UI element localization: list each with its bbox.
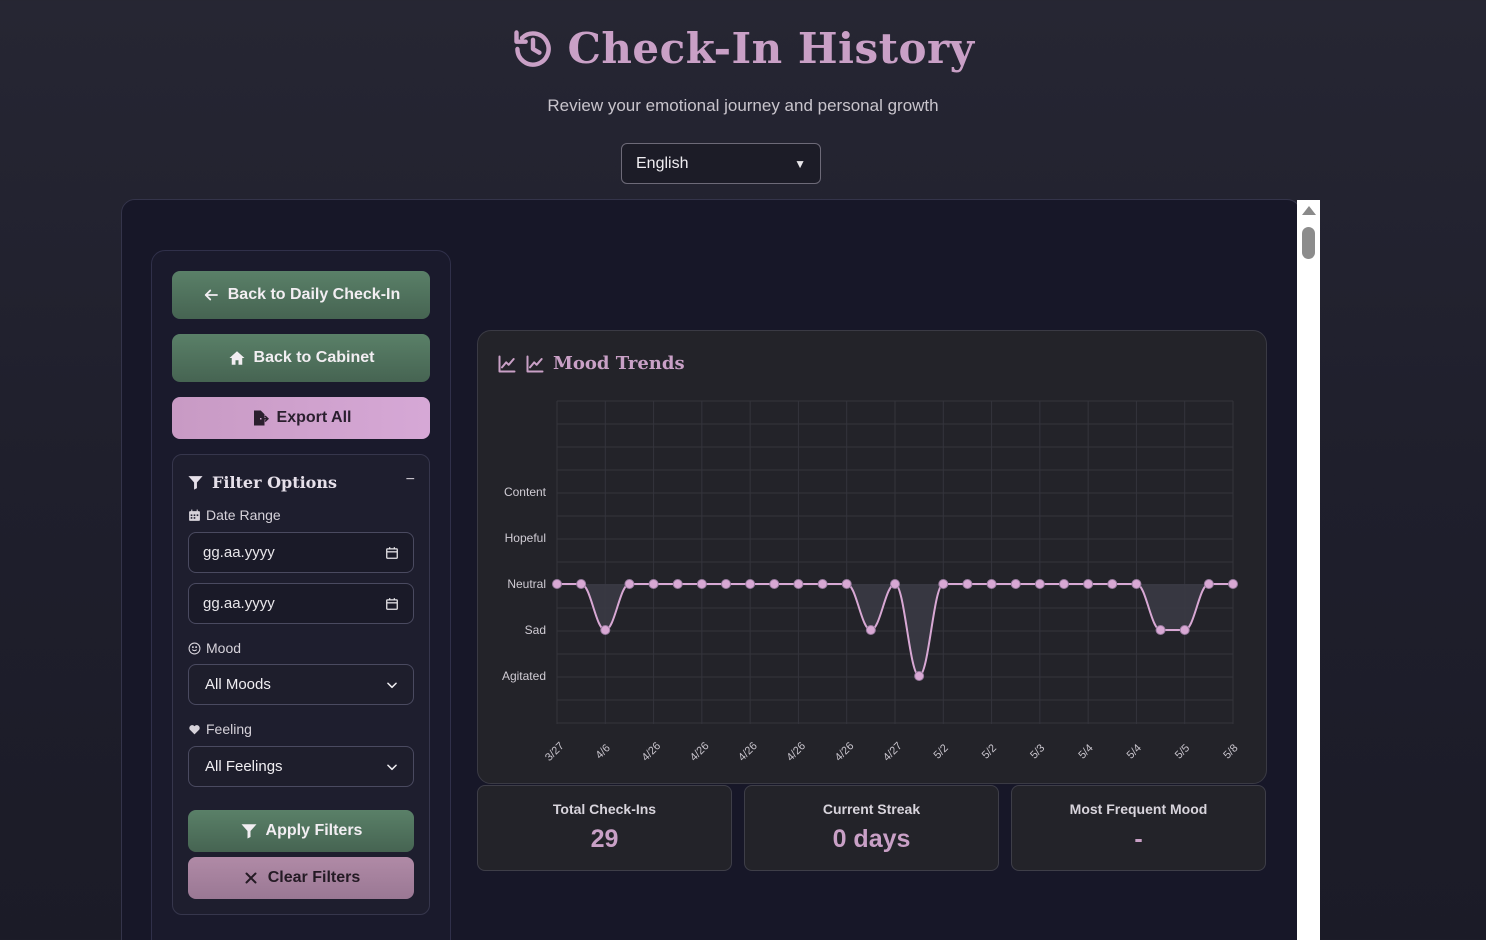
data-point — [914, 671, 925, 681]
data-point — [721, 579, 731, 589]
dropdown-arrow-icon: ▼ — [794, 156, 806, 171]
stat-current-streak: Current Streak 0 days — [744, 785, 999, 871]
mood-label: Mood — [188, 640, 241, 656]
language-select[interactable]: English ▼ — [621, 143, 821, 184]
calendar-picker-icon[interactable] — [385, 546, 399, 560]
arrow-left-icon — [204, 289, 218, 301]
date-range-label: Date Range — [188, 507, 281, 523]
x-tick-label: 5/2 — [980, 742, 999, 761]
scrollbar-thumb[interactable] — [1302, 227, 1315, 259]
calendar-picker-icon[interactable] — [385, 597, 399, 611]
data-point — [624, 579, 635, 589]
feeling-select[interactable]: All Feelings — [188, 746, 414, 787]
data-point — [1155, 625, 1166, 635]
data-point — [552, 579, 562, 589]
data-point — [745, 579, 756, 589]
history-icon — [514, 29, 552, 67]
data-point — [890, 579, 900, 589]
clear-filters-button[interactable]: Clear Filters — [188, 857, 414, 899]
x-tick-label: 5/2 — [932, 742, 951, 761]
page-header: Check-In History Review your emotional j… — [0, 24, 1486, 116]
y-tick-label: Content — [504, 485, 547, 499]
x-tick-label: 4/26 — [784, 740, 808, 764]
data-point — [938, 579, 949, 589]
x-tick-label: 3/27 — [543, 740, 567, 764]
mood-trends-chart: Agitated Sad Neutral Hopeful Content 3/27 4/6 4… — [502, 400, 1241, 764]
heart-icon — [189, 724, 200, 734]
data-point — [1010, 579, 1021, 589]
data-point — [600, 625, 611, 635]
page-title-text: Check-In History — [567, 24, 975, 73]
data-point — [962, 579, 973, 589]
page-subtitle: Review your emotional journey and person… — [547, 95, 939, 115]
export-all-button[interactable]: Export All — [172, 397, 430, 439]
data-point — [817, 579, 828, 589]
data-point — [793, 579, 804, 589]
x-tick-label: 4/26 — [640, 740, 664, 764]
chevron-down-icon — [387, 763, 397, 770]
data-point — [672, 579, 683, 589]
collapse-filters-button[interactable]: − — [406, 471, 415, 489]
home-icon — [229, 351, 245, 365]
x-tick-label: 5/3 — [1028, 742, 1047, 761]
scroll-up-arrow-icon[interactable] — [1302, 206, 1316, 215]
data-point — [865, 625, 876, 635]
x-tick-label: 4/27 — [881, 740, 905, 764]
x-tick-label: 4/26 — [833, 740, 857, 764]
x-tick-label: 5/8 — [1221, 742, 1240, 761]
x-tick-label: 5/4 — [1125, 742, 1144, 761]
data-point — [986, 579, 997, 589]
date-to-input[interactable]: gg.aa.yyyy — [188, 583, 414, 624]
close-icon — [245, 872, 257, 884]
filter-icon — [241, 824, 257, 839]
x-tick-label: 4/26 — [736, 740, 760, 764]
smile-icon — [188, 642, 201, 654]
x-tick-label: 4/26 — [688, 740, 712, 764]
calendar-icon — [189, 509, 200, 521]
data-point — [1107, 579, 1118, 589]
y-tick-label: Agitated — [502, 669, 546, 683]
data-point — [576, 579, 587, 589]
x-tick-label: 5/5 — [1173, 742, 1192, 761]
data-point — [1059, 579, 1069, 589]
data-point — [841, 579, 852, 589]
filter-icon — [188, 476, 203, 490]
back-to-daily-checkin-button[interactable]: Back to Daily Check-In — [172, 271, 430, 319]
y-tick-label: Hopeful — [505, 531, 546, 545]
back-to-cabinet-button[interactable]: Back to Cabinet — [172, 334, 430, 382]
x-tick-label: 4/6 — [594, 742, 613, 761]
file-export-icon — [253, 410, 269, 426]
data-point — [1228, 579, 1238, 589]
filter-options-title: Filter Options — [187, 473, 337, 492]
x-tick-label: 5/4 — [1076, 742, 1095, 761]
stat-most-frequent-mood: Most Frequent Mood - — [1011, 785, 1266, 871]
data-point — [1083, 579, 1094, 589]
date-from-input[interactable]: gg.aa.yyyy — [188, 532, 414, 573]
stat-total-checkins: Total Check-Ins 29 — [477, 785, 732, 871]
feeling-label: Feeling — [188, 721, 252, 737]
data-point — [1034, 579, 1045, 589]
page-title: Check-In History — [511, 24, 974, 73]
y-tick-label: Neutral — [507, 577, 546, 591]
language-selected: English — [636, 154, 689, 172]
data-point — [696, 579, 707, 589]
panel-scrollbar[interactable] — [1297, 200, 1320, 940]
mood-trends-card: Mood Trends Agitated Sad Neutral Hopeful Con… — [477, 330, 1267, 784]
data-point — [648, 579, 659, 589]
apply-filters-button[interactable]: Apply Filters — [188, 810, 414, 852]
data-point — [1179, 625, 1190, 635]
data-point — [1131, 579, 1142, 589]
data-point — [1203, 579, 1214, 589]
chevron-down-icon — [387, 681, 397, 688]
data-point — [769, 579, 780, 589]
y-tick-label: Sad — [525, 623, 546, 637]
mood-select[interactable]: All Moods — [188, 664, 414, 705]
